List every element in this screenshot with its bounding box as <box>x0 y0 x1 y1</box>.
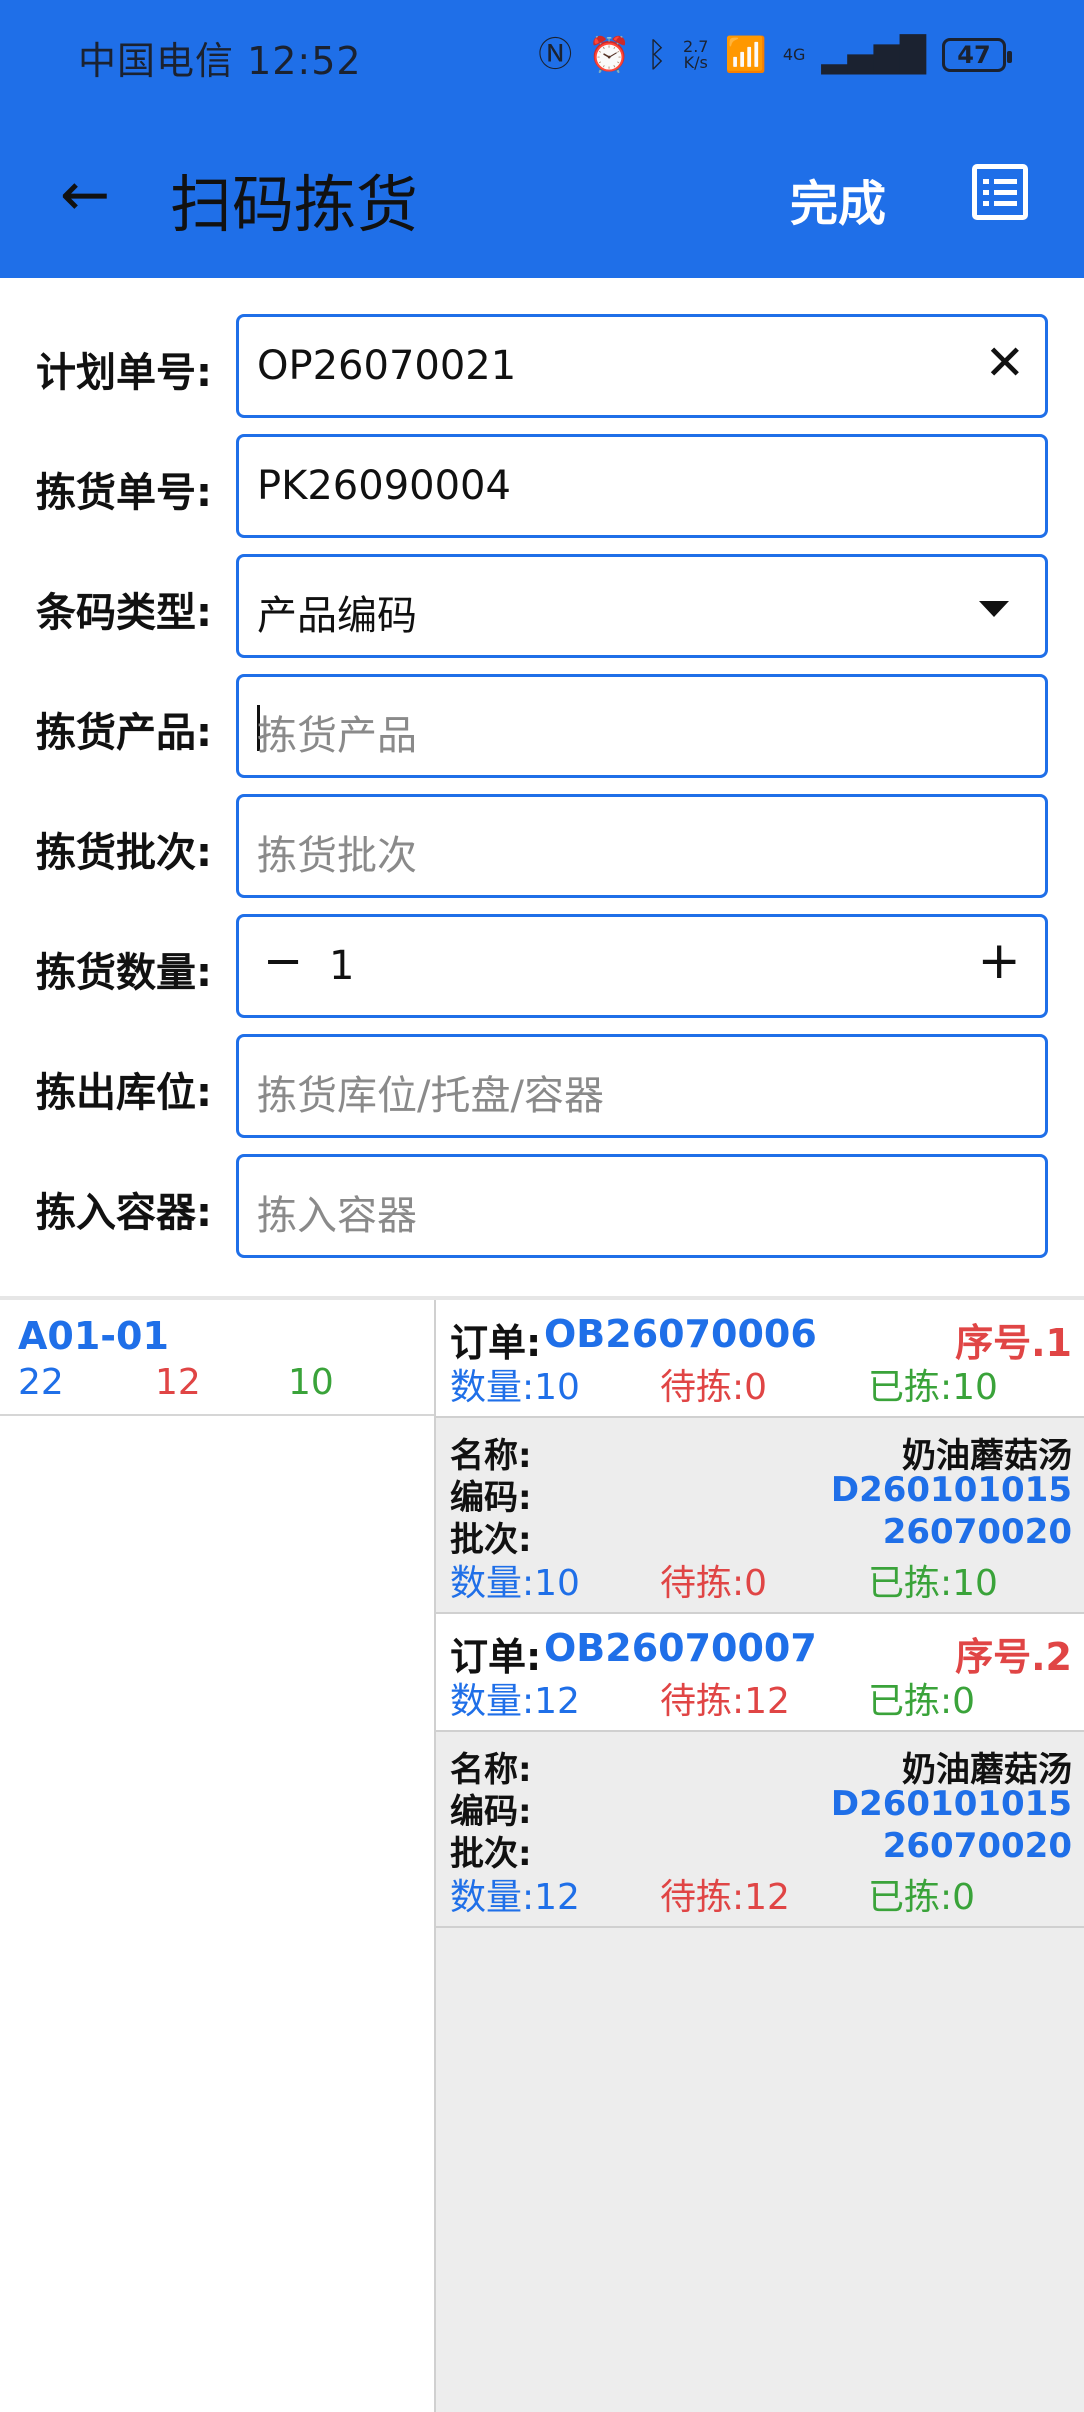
plus-icon[interactable]: + <box>977 935 1021 987</box>
order-detail[interactable]: 名称: 奶油蘑菇汤 编码: D260101015 批次: 26070020 数量… <box>436 1732 1084 1928</box>
dropdown-arrow-icon[interactable] <box>979 601 1009 617</box>
pick-no-input[interactable]: PK26090004 <box>236 434 1048 538</box>
detail-code: D260101015 <box>830 1784 1072 1824</box>
barcode-type-label: 条码类型: <box>36 590 212 636</box>
order-number: OB26070007 <box>544 1626 817 1670</box>
nfc-icon: Ⓝ <box>538 35 573 75</box>
carrier-time: 中国电信 12:52 <box>78 39 362 83</box>
pick-no-row: 拣货单号: PK26090004 <box>0 430 1084 538</box>
pick-batch-label: 拣货批次: <box>36 830 212 876</box>
plan-no-row: 计划单号: OP26070021 ✕ <box>0 310 1084 418</box>
detail-picked: 已拣:0 <box>868 1877 976 1918</box>
in-container-row: 拣入容器: 拣入容器 <box>0 1150 1084 1258</box>
pick-no-label: 拣货单号: <box>36 470 212 516</box>
pick-qty-row: 拣货数量: − 1 + <box>0 910 1084 1018</box>
order-qty: 数量:10 <box>450 1367 580 1408</box>
signal-icon: ▂▄▆█ <box>821 35 926 75</box>
pick-product-row: 拣货产品: 拣货产品 <box>0 670 1084 778</box>
order-header[interactable]: 订单: OB26070007 序号.2 数量:12 待拣:12 已拣:0 <box>436 1614 1084 1732</box>
detail-qty: 数量:12 <box>450 1877 580 1918</box>
page-title: 扫码拣货 <box>170 168 419 241</box>
order-picked: 已拣:10 <box>868 1367 998 1408</box>
net-speed: 2.7 K/s <box>683 39 708 71</box>
order-pending: 待拣:12 <box>660 1681 790 1722</box>
net-speed-unit: K/s <box>683 53 708 72</box>
order-detail[interactable]: 名称: 奶油蘑菇汤 编码: D260101015 批次: 26070020 数量… <box>436 1418 1084 1614</box>
quantity-value[interactable]: 1 <box>329 943 354 989</box>
list-icon[interactable] <box>972 164 1028 220</box>
out-location-placeholder: 拣货库位/托盘/容器 <box>257 1073 604 1119</box>
pick-batch-placeholder: 拣货批次 <box>257 833 417 879</box>
in-container-label: 拣入容器: <box>36 1190 212 1236</box>
back-arrow-icon[interactable]: ← <box>50 160 120 230</box>
detail-picked: 已拣:10 <box>868 1563 998 1604</box>
location-list: A01-01 22 12 10 <box>0 1300 434 2412</box>
location-item[interactable]: A01-01 22 12 10 <box>0 1300 434 1416</box>
location-total: 22 <box>18 1362 64 1403</box>
app-bar: ← 扫码拣货 完成 <box>0 112 1084 278</box>
quantity-stepper[interactable]: − 1 + <box>236 914 1048 1018</box>
barcode-type-select[interactable]: 产品编码 <box>236 554 1048 658</box>
location-picked: 10 <box>288 1362 334 1403</box>
barcode-type-row: 条码类型: 产品编码 <box>0 550 1084 658</box>
pick-qty-label: 拣货数量: <box>36 950 212 996</box>
location-pending: 12 <box>155 1362 201 1403</box>
in-container-placeholder: 拣入容器 <box>257 1193 417 1239</box>
detail-batch: 26070020 <box>882 1826 1072 1866</box>
signal-label: 4G <box>782 45 806 64</box>
plan-no-input[interactable]: OP26070021 ✕ <box>236 314 1048 418</box>
status-bar: 中国电信 12:52 Ⓝ ⏰ ᛒ 2.7 K/s 📶 4G ▂▄▆█ 47 <box>0 0 1084 112</box>
pick-product-label: 拣货产品: <box>36 710 212 756</box>
order-picked: 已拣:0 <box>868 1681 976 1722</box>
done-button[interactable]: 完成 <box>790 164 886 234</box>
detail-pending: 待拣:0 <box>660 1563 768 1604</box>
pick-batch-input[interactable]: 拣货批次 <box>236 794 1048 898</box>
bluetooth-icon: ᛒ <box>646 35 668 75</box>
plan-no-label: 计划单号: <box>36 350 212 396</box>
detail-pending: 待拣:12 <box>660 1877 790 1918</box>
pick-batch-row: 拣货批次: 拣货批次 <box>0 790 1084 898</box>
alarm-icon: ⏰ <box>588 35 631 75</box>
order-pending: 待拣:0 <box>660 1367 768 1408</box>
minus-icon[interactable]: − <box>263 937 303 985</box>
wifi-icon: 📶 <box>724 35 767 75</box>
status-icons: Ⓝ ⏰ ᛒ 2.7 K/s 📶 4G ▂▄▆█ 47 <box>538 30 1012 80</box>
plan-no-value: OP26070021 <box>257 343 517 389</box>
clear-icon[interactable]: ✕ <box>985 339 1025 387</box>
out-location-input[interactable]: 拣货库位/托盘/容器 <box>236 1034 1048 1138</box>
detail-qty: 数量:10 <box>450 1563 580 1604</box>
order-header[interactable]: 订单: OB26070006 序号.1 数量:10 待拣:0 已拣:10 <box>436 1300 1084 1418</box>
barcode-type-value: 产品编码 <box>257 593 417 639</box>
detail-code: D260101015 <box>830 1470 1072 1510</box>
order-qty: 数量:12 <box>450 1681 580 1722</box>
order-list: 订单: OB26070006 序号.1 数量:10 待拣:0 已拣:10 名称:… <box>434 1300 1084 2412</box>
out-location-row: 拣出库位: 拣货库位/托盘/容器 <box>0 1030 1084 1138</box>
location-code: A01-01 <box>18 1314 169 1358</box>
order-number: OB26070006 <box>544 1312 817 1356</box>
pick-product-placeholder: 拣货产品 <box>257 713 417 759</box>
pick-no-value: PK26090004 <box>257 463 511 509</box>
battery-icon: 47 <box>942 38 1012 72</box>
detail-batch: 26070020 <box>882 1512 1072 1552</box>
pick-product-input[interactable]: 拣货产品 <box>236 674 1048 778</box>
out-location-label: 拣出库位: <box>36 1070 212 1116</box>
app-header: 中国电信 12:52 Ⓝ ⏰ ᛒ 2.7 K/s 📶 4G ▂▄▆█ 47 ← … <box>0 0 1084 278</box>
in-container-input[interactable]: 拣入容器 <box>236 1154 1048 1258</box>
